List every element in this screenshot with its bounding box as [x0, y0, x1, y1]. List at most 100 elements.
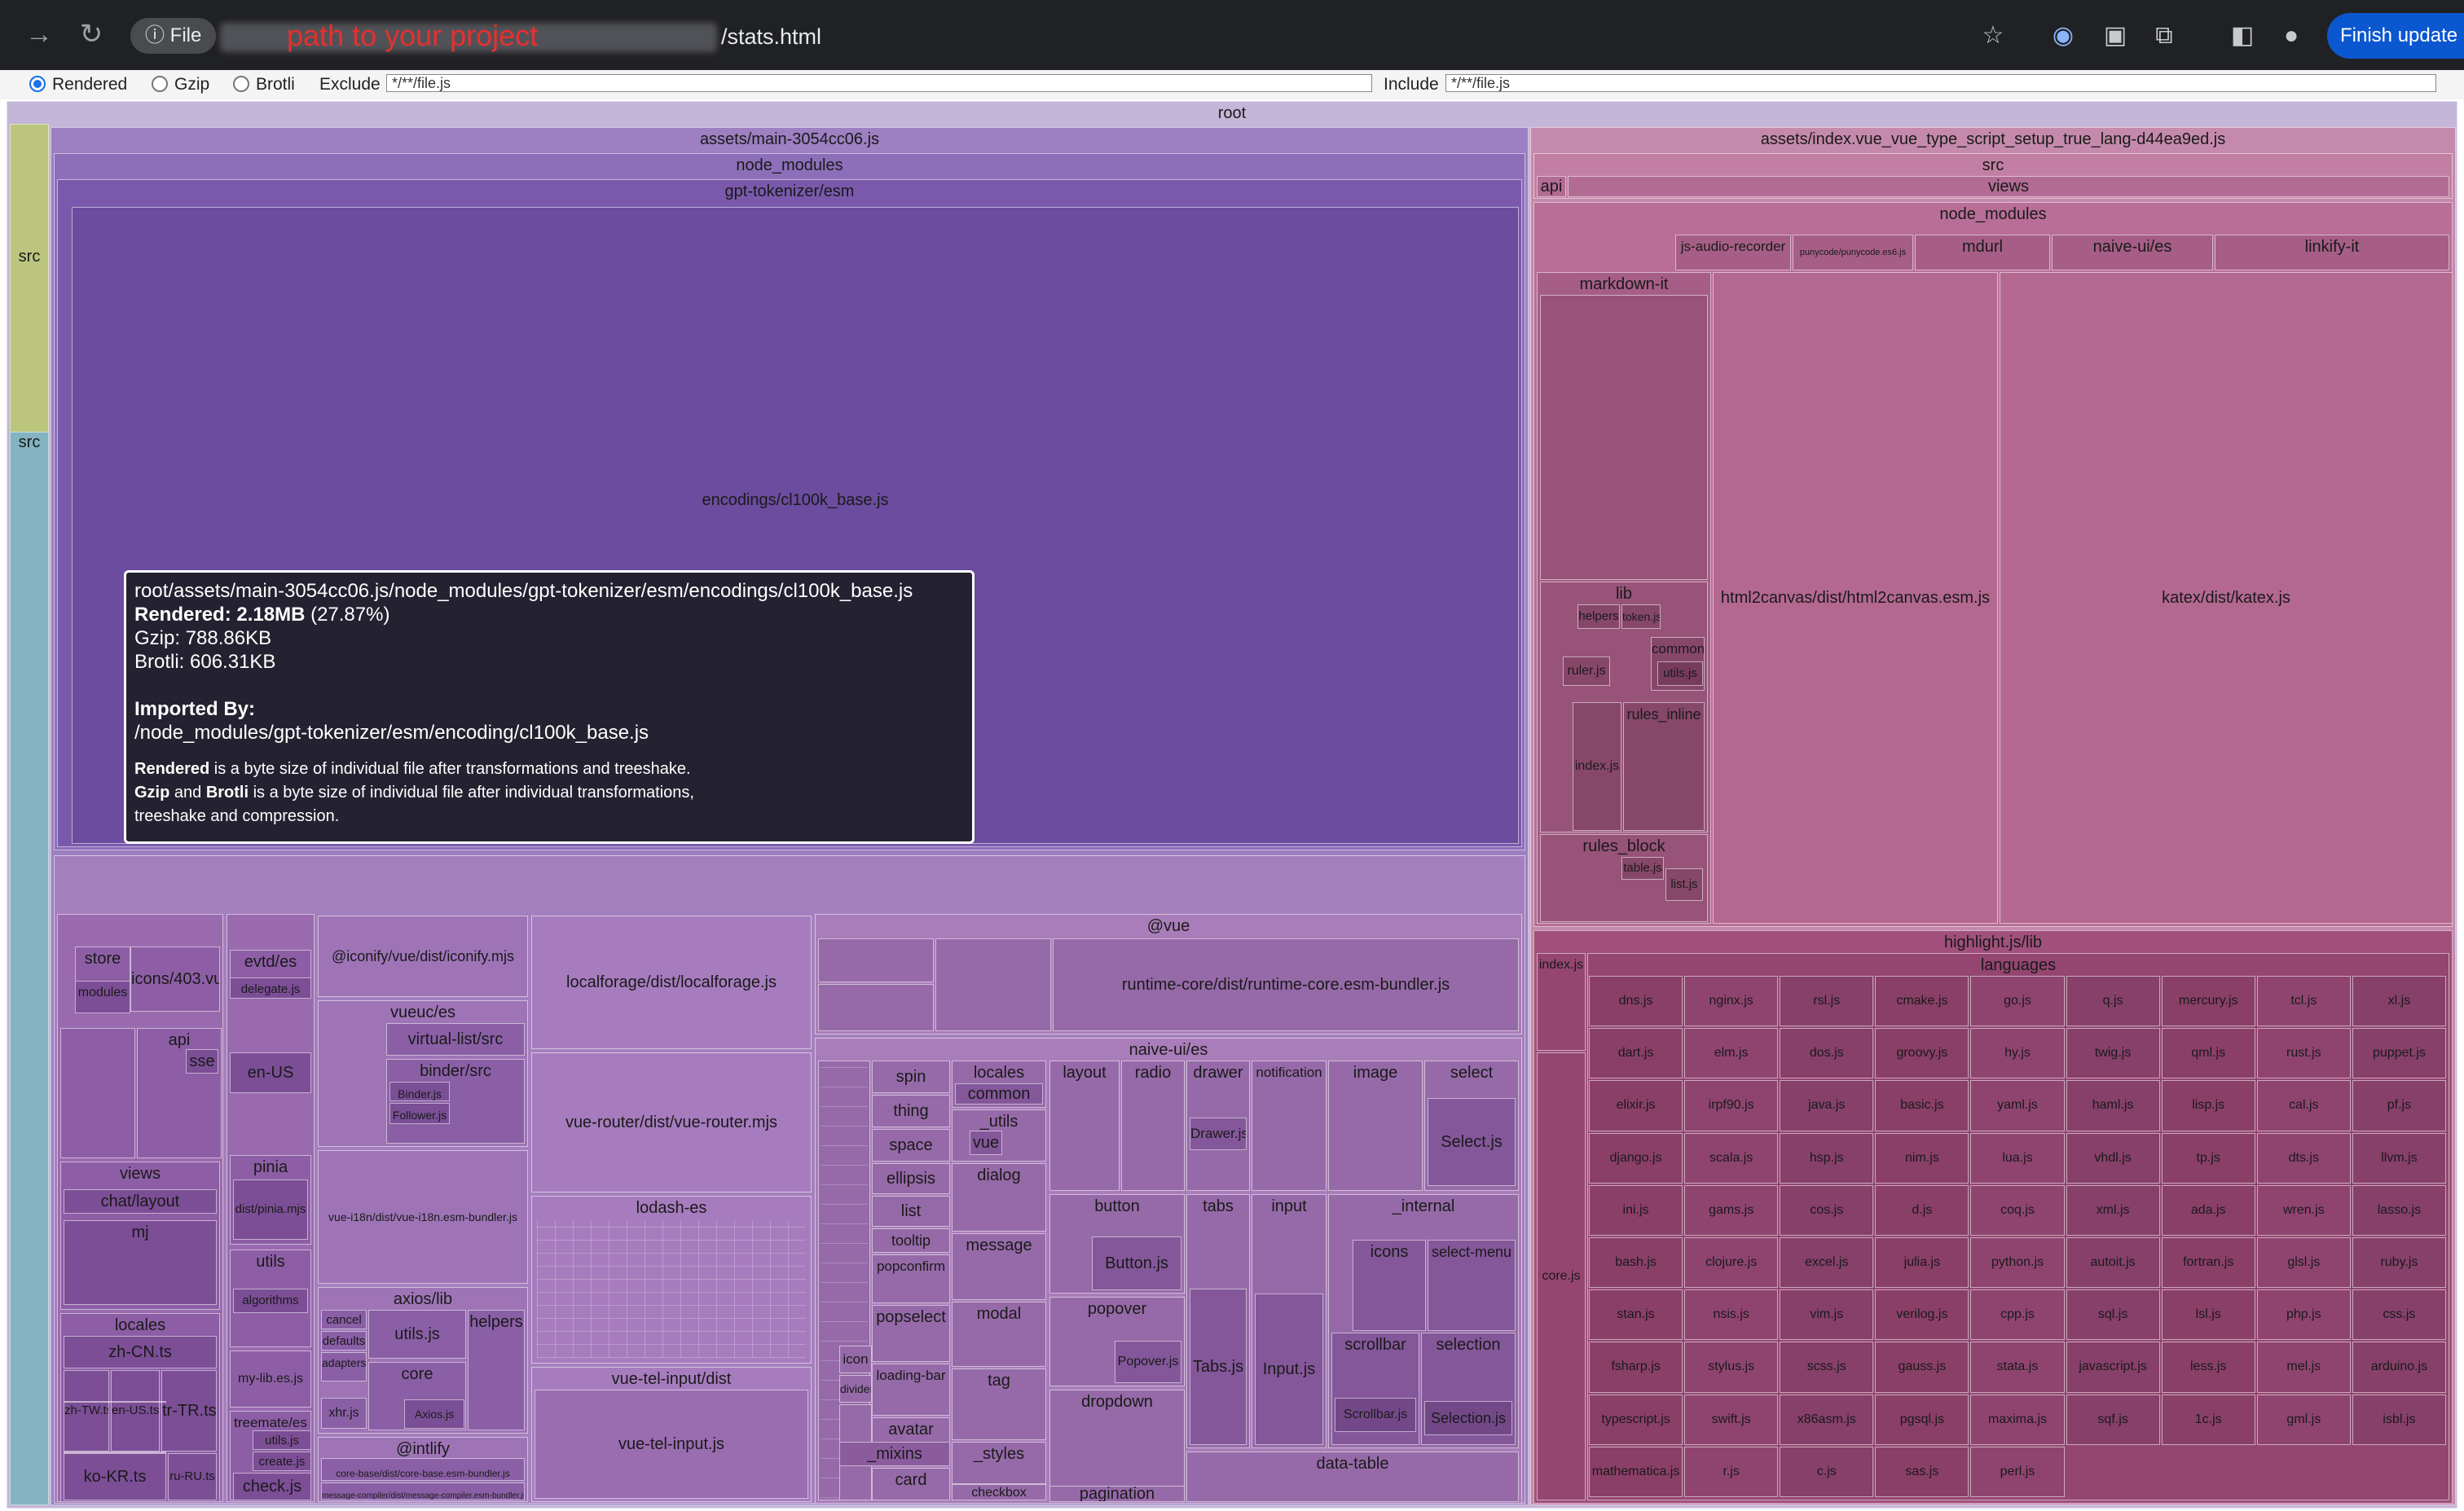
defaults-node[interactable]: defaults [321, 1331, 367, 1351]
binder-src-node[interactable]: binder/src [386, 1059, 525, 1144]
drawer-js-node[interactable]: Drawer.js [1190, 1118, 1247, 1150]
language-file-node[interactable]: dts.js [2256, 1132, 2351, 1184]
language-file-node[interactable]: ini.js [1589, 1184, 1683, 1236]
language-file-node[interactable]: xml.js [2066, 1184, 2160, 1236]
side-panel-icon[interactable]: ◧ [2224, 18, 2260, 54]
language-file-node[interactable]: java.js [1780, 1080, 1874, 1131]
virtual-list-node[interactable]: virtual-list/src [386, 1023, 525, 1056]
gzip-radio[interactable]: Gzip [152, 70, 209, 99]
brotli-radio[interactable]: Brotli [233, 70, 295, 99]
highlight-core-node[interactable]: core.js [1537, 1052, 1586, 1500]
popselect-node[interactable]: popselect [872, 1305, 950, 1362]
icon-node[interactable]: icon [839, 1346, 872, 1373]
language-file-node[interactable]: javascript.js [2066, 1342, 2160, 1393]
language-file-node[interactable]: excel.js [1780, 1237, 1874, 1289]
language-file-node[interactable]: stata.js [1970, 1342, 2065, 1393]
vue-router-node[interactable]: vue-router/dist/vue-router.mjs [531, 1052, 812, 1193]
site-info-chip[interactable]: ⓘ File [130, 18, 217, 54]
pagination-node[interactable]: pagination [1049, 1486, 1185, 1502]
tooltip-node[interactable]: tooltip [872, 1228, 950, 1253]
data-table-node[interactable]: data-table [1186, 1452, 1519, 1502]
mdurl-node[interactable]: mdurl [1915, 235, 2050, 270]
views-right-node[interactable]: views [1568, 176, 2449, 197]
zh-tw-node[interactable]: zh-TW.ts [64, 1370, 109, 1452]
zh-cn-node[interactable]: zh-CN.ts [64, 1336, 217, 1368]
language-file-node[interactable]: mercury.js [2161, 976, 2255, 1027]
language-file-node[interactable]: lsl.js [2161, 1289, 2255, 1341]
language-file-node[interactable]: perl.js [1970, 1446, 2065, 1497]
language-file-node[interactable]: go.js [1970, 976, 2065, 1027]
follower-js-node[interactable]: Follower.js [389, 1103, 450, 1124]
language-file-node[interactable]: julia.js [1875, 1237, 1969, 1289]
ko-kr-node[interactable]: ko-KR.ts [64, 1453, 166, 1500]
create-node[interactable]: create.js [253, 1452, 311, 1471]
xhr-node[interactable]: xhr.js [321, 1398, 367, 1429]
url-suffix[interactable]: /stats.html [721, 20, 821, 53]
ellipsis-node[interactable]: ellipsis [872, 1163, 950, 1194]
language-file-node[interactable]: xl.js [2352, 976, 2446, 1027]
rendered-radio[interactable]: Rendered [29, 70, 127, 99]
extension-circle-icon[interactable]: ◉ [2045, 18, 2081, 54]
language-file-node[interactable]: php.js [2256, 1289, 2351, 1341]
loading-bar-node[interactable]: loading-bar [872, 1364, 950, 1416]
language-file-node[interactable]: fortran.js [2161, 1237, 2255, 1289]
index-js-md-node[interactable]: index.js [1573, 702, 1621, 831]
check-node[interactable]: check.js [233, 1473, 311, 1500]
common-node[interactable]: common [955, 1083, 1043, 1105]
linkify-node[interactable]: linkify-it [2215, 235, 2449, 270]
language-file-node[interactable]: groovy.js [1875, 1028, 1969, 1079]
punycode-node[interactable]: punycode/punycode.es6.js [1793, 235, 1913, 270]
language-file-node[interactable]: rsl.js [1780, 976, 1874, 1027]
axios-utils-node[interactable]: utils.js [368, 1310, 466, 1359]
image-node[interactable]: image [1328, 1061, 1423, 1191]
iconify-node[interactable]: @iconify/vue/dist/iconify.mjs [318, 916, 528, 997]
language-file-node[interactable]: lasso.js [2352, 1184, 2446, 1236]
language-file-node[interactable]: hsp.js [1780, 1132, 1874, 1184]
katex-node[interactable]: katex/dist/katex.js [2000, 272, 2453, 924]
scrollbar-js-node[interactable]: Scrollbar.js [1335, 1398, 1416, 1432]
language-file-node[interactable]: q.js [2066, 976, 2160, 1027]
dist-pinia-node[interactable]: dist/pinia.mjs [233, 1179, 308, 1240]
button-js-node[interactable]: Button.js [1092, 1236, 1181, 1290]
language-file-node[interactable]: cpp.js [1970, 1289, 2065, 1341]
mixins-node[interactable]: _mixins [839, 1442, 950, 1466]
space-node[interactable]: space [872, 1129, 950, 1162]
vue-naive-node[interactable]: vue [970, 1131, 1002, 1155]
language-file-node[interactable]: rust.js [2256, 1028, 2351, 1079]
popconfirm-node[interactable]: popconfirm [872, 1254, 950, 1303]
reload-icon[interactable]: ↻ [72, 15, 111, 54]
adapters-node[interactable]: adapters [321, 1352, 367, 1381]
language-file-node[interactable]: autoit.js [2066, 1237, 2160, 1289]
language-file-node[interactable]: twig.js [2066, 1028, 2160, 1079]
delegate-node[interactable]: delegate.js [230, 977, 311, 999]
language-file-node[interactable]: swift.js [1684, 1394, 1779, 1445]
algorithms-node[interactable]: algorithms [233, 1289, 308, 1313]
language-file-node[interactable]: bash.js [1589, 1237, 1683, 1289]
naive-ui-right-node[interactable]: naive-ui/es [2052, 235, 2213, 270]
highlight-index-node[interactable]: index.js [1537, 953, 1586, 1051]
language-file-node[interactable]: tcl.js [2256, 976, 2351, 1027]
language-file-node[interactable]: clojure.js [1684, 1237, 1779, 1289]
chat-layout-node[interactable]: chat/layout [64, 1189, 217, 1214]
helpers-right-node[interactable]: helpers [1577, 604, 1620, 629]
language-file-node[interactable]: pf.js [2352, 1080, 2446, 1131]
tabs-js-node[interactable]: Tabs.js [1190, 1289, 1247, 1445]
language-file-node[interactable]: qml.js [2161, 1028, 2255, 1079]
select-menu-node[interactable]: select-menu [1428, 1240, 1516, 1331]
axios-js-node[interactable]: Axios.js [404, 1399, 464, 1429]
language-file-node[interactable]: sas.js [1875, 1446, 1969, 1497]
ru-ru-node[interactable]: ru-RU.ts [168, 1453, 217, 1500]
include-input[interactable] [1445, 74, 2436, 92]
radio-node[interactable]: radio [1121, 1061, 1185, 1191]
vue-tel-js-node[interactable]: vue-tel-input.js [535, 1390, 808, 1499]
api-node[interactable]: api [137, 1028, 222, 1158]
treemate-utils-node[interactable]: utils.js [253, 1430, 311, 1450]
language-file-node[interactable]: gauss.js [1875, 1342, 1969, 1393]
language-file-node[interactable]: isbl.js [2352, 1394, 2446, 1445]
language-file-node[interactable]: basic.js [1875, 1080, 1969, 1131]
utils-right-node[interactable]: utils.js [1657, 661, 1703, 686]
tag-node[interactable]: tag [952, 1368, 1046, 1440]
language-file-node[interactable]: cos.js [1780, 1184, 1874, 1236]
divider-node[interactable]: divider [839, 1375, 872, 1403]
notification-node[interactable]: notification [1252, 1061, 1327, 1191]
